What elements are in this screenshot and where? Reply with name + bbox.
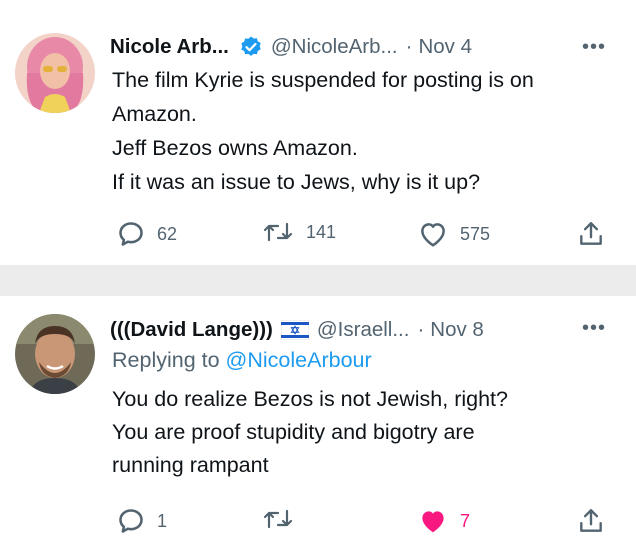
replying-to-label: Replying to: [112, 348, 226, 372]
tweet-text: You do realize Bezos is not Jewish, righ…: [112, 383, 616, 482]
tweet[interactable]: Nicole Arb... @NicoleArb... · Nov 4 ••• …: [0, 0, 636, 265]
tweet-text-line: Amazon.: [112, 102, 197, 126]
tweet-actions: 1 7: [0, 507, 636, 537]
reply-button[interactable]: 62: [117, 220, 177, 248]
retweet-button[interactable]: [262, 507, 306, 531]
tweet-date[interactable]: Nov 4: [418, 35, 472, 59]
avatar[interactable]: [15, 33, 95, 113]
tweet-text-line: Jeff Bezos owns Amazon.: [112, 136, 358, 160]
reply-count: 1: [157, 510, 168, 531]
tweet-header: (((David Lange))) @Israell... · Nov 8: [110, 316, 606, 344]
like-button[interactable]: 575: [418, 220, 490, 248]
reply-count: 62: [157, 223, 178, 244]
avatar[interactable]: [15, 314, 95, 394]
separator-dot: ·: [405, 35, 413, 58]
retweet-icon: [262, 220, 294, 244]
verified-badge-icon: [239, 35, 263, 59]
tweet-text-line: You are proof stupidity and bigotry are: [112, 420, 475, 444]
tweet-text-line: The film Kyrie is suspended for posting …: [112, 68, 534, 92]
author-handle[interactable]: @NicoleArb...: [271, 35, 398, 59]
retweet-button[interactable]: 141: [262, 220, 336, 244]
tweet-actions: 62 141 575: [0, 220, 636, 250]
reply-icon: [117, 507, 145, 535]
share-icon: [578, 507, 604, 535]
more-options-icon[interactable]: •••: [582, 318, 606, 338]
replying-to: Replying to @NicoleArbour: [112, 348, 372, 373]
separator-dot: ·: [417, 318, 425, 341]
like-count: 575: [460, 223, 491, 244]
tweet-header: Nicole Arb... @NicoleArb... · Nov 4: [110, 33, 606, 61]
like-count: 7: [460, 510, 471, 531]
tweet-text: The film Kyrie is suspended for posting …: [112, 63, 616, 199]
tweet-date[interactable]: Nov 8: [430, 318, 484, 342]
share-button[interactable]: [578, 220, 604, 248]
share-button[interactable]: [578, 507, 604, 535]
reply-button[interactable]: 1: [117, 507, 167, 535]
retweet-icon: [262, 507, 294, 531]
like-button[interactable]: 7: [418, 507, 470, 535]
tweet-text-line: running rampant: [112, 453, 269, 477]
share-icon: [578, 220, 604, 248]
israel-flag-icon: [280, 319, 310, 341]
reply-icon: [117, 220, 145, 248]
tweet-text-line: If it was an issue to Jews, why is it up…: [112, 170, 481, 194]
heart-filled-icon: [418, 507, 448, 535]
author-name[interactable]: (((David Lange))): [110, 318, 273, 342]
tweet[interactable]: (((David Lange))) @Israell... · Nov 8 ••…: [0, 296, 636, 547]
retweet-count: 141: [306, 221, 337, 242]
author-name[interactable]: Nicole Arb...: [110, 35, 229, 59]
replying-to-mention[interactable]: @NicoleArbour: [226, 348, 372, 372]
more-options-icon[interactable]: •••: [582, 37, 606, 57]
tweet-text-line: You do realize Bezos is not Jewish, righ…: [112, 387, 508, 411]
heart-icon: [418, 220, 448, 248]
author-handle[interactable]: @Israell...: [317, 318, 410, 342]
